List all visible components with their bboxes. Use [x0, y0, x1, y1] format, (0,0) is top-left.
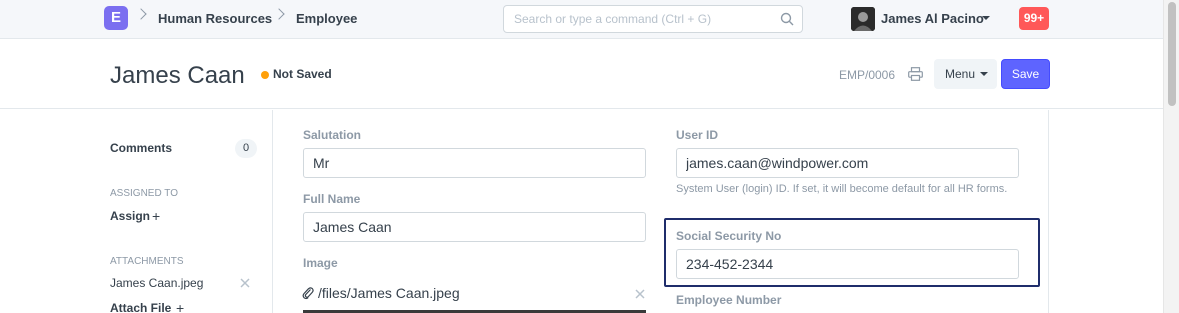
user-id-help-text: System User (login) ID. If set, it will …	[676, 183, 1008, 195]
full-name-field[interactable]	[303, 212, 646, 242]
notifications-badge[interactable]: 99+	[1019, 7, 1049, 30]
user-id-field[interactable]	[676, 148, 1019, 178]
breadcrumb-employee[interactable]: Employee	[296, 11, 357, 26]
social-security-field[interactable]	[676, 249, 1019, 279]
page-title: James Caan	[110, 62, 245, 89]
full-name-label: Full Name	[303, 192, 361, 206]
search-box	[503, 5, 803, 33]
user-menu-name[interactable]: James Al Pacino	[881, 11, 984, 26]
app-logo[interactable]: E	[104, 6, 128, 30]
document-name: EMP/0006	[839, 68, 896, 82]
search-icon[interactable]	[780, 12, 794, 26]
image-file-link[interactable]: /files/James Caan.jpeg	[318, 285, 460, 301]
paperclip-icon	[302, 287, 314, 300]
page-head: James Caan Not Saved EMP/0006 Menu Save	[0, 40, 1163, 109]
save-button[interactable]: Save	[1001, 59, 1050, 89]
sidebar-divider	[272, 110, 273, 313]
attach-file-link[interactable]: Attach File	[110, 301, 171, 313]
print-icon[interactable]	[908, 67, 923, 81]
navbar: E Human Resources Employee James Al Paci…	[0, 0, 1163, 39]
caret-down-icon	[980, 72, 988, 76]
remove-image-icon[interactable]	[635, 289, 645, 299]
attachments-heading: Attachments	[110, 256, 184, 267]
menu-button-label: Menu	[945, 67, 976, 81]
menu-button[interactable]: Menu	[934, 59, 997, 89]
assign-link[interactable]: Assign	[110, 209, 150, 223]
search-input[interactable]	[504, 6, 764, 32]
breadcrumb-human-resources[interactable]: Human Resources	[158, 11, 272, 26]
user-photo-icon	[851, 7, 875, 31]
caret-down-icon[interactable]	[982, 16, 990, 20]
plus-icon[interactable]: +	[152, 209, 160, 223]
salutation-label: Salutation	[303, 128, 362, 142]
attachment-link[interactable]: James Caan.jpeg	[110, 276, 203, 290]
salutation-field[interactable]	[303, 148, 646, 178]
assigned-to-heading: Assigned To	[110, 188, 178, 199]
plus-icon[interactable]: +	[176, 301, 184, 313]
scrollbar[interactable]	[1163, 0, 1179, 313]
remove-attachment-icon[interactable]	[240, 278, 250, 288]
image-label: Image	[303, 256, 338, 270]
chevron-right-icon	[135, 8, 147, 20]
status-text: Not Saved	[273, 67, 332, 81]
social-security-label: Social Security No	[676, 229, 782, 243]
chevron-right-icon	[273, 8, 285, 20]
avatar[interactable]	[851, 7, 875, 31]
status-indicator-dot	[261, 71, 269, 79]
employee-number-label: Employee Number	[676, 293, 782, 307]
scrollbar-thumb[interactable]	[1168, 2, 1176, 106]
form-border	[1048, 110, 1049, 313]
user-id-label: User ID	[676, 128, 719, 142]
comments-link[interactable]: Comments	[110, 141, 172, 155]
comments-count-badge: 0	[235, 139, 257, 158]
